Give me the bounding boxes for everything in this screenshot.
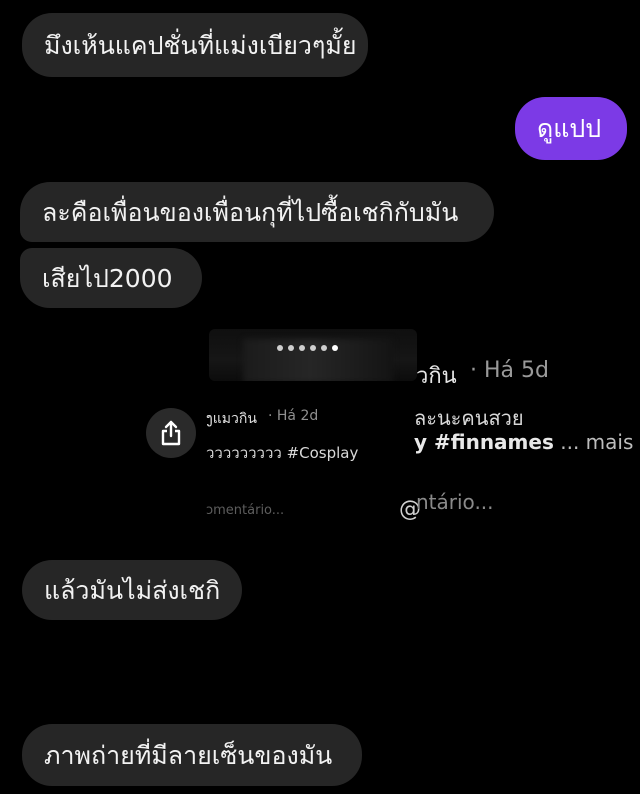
post-timestamp: · Há 5d [470, 358, 549, 383]
carousel-dot-active [332, 345, 338, 351]
message-bubble-received[interactable]: เสียไป2000 [20, 248, 202, 308]
carousel-dot [299, 345, 305, 351]
carousel-dots [277, 345, 338, 351]
message-text: แล้วมันไม่ส่งเชกิ [44, 575, 221, 605]
share-icon [161, 420, 181, 446]
message-text: ดูแปป [537, 114, 602, 143]
message-bubble-received[interactable]: มึงเห้นแคปชั่นที่แม่งเบียวๆมั้ย [22, 13, 368, 77]
message-bubble-received[interactable]: ละคือเพื่อนของเพื่อนกุที่ไปซื้อเชกิกับมั… [20, 182, 494, 242]
message-text: ละคือเพื่อนของเพื่อนกุที่ไปซื้อเชกิกับมั… [42, 197, 459, 227]
post-caption-text: y #finnames [414, 430, 554, 454]
comment-input-placeholder[interactable]: ntário... [416, 490, 494, 514]
post-author[interactable]: วกิน [416, 358, 457, 393]
carousel-dot [277, 345, 283, 351]
message-bubble-received[interactable]: แล้วมันไม่ส่งเชกิ [22, 560, 242, 620]
comment-placeholder-small[interactable]: ɔmentário... [206, 503, 284, 518]
carousel-dot [288, 345, 294, 351]
post-author-small[interactable]: ງแมวกิน [206, 408, 257, 430]
carousel-dot [310, 345, 316, 351]
message-bubble-received[interactable]: ภาพถ่ายที่มีลายเซ็นของมัน [22, 724, 362, 786]
more-link[interactable]: ... mais [560, 430, 633, 454]
share-button[interactable] [146, 408, 196, 458]
message-text: มึงเห้นแคปชั่นที่แม่งเบียวๆมั้ย [44, 30, 357, 60]
post-caption-small: ววววววววว #Cosplay [206, 444, 359, 462]
message-text: เสียไป2000 [42, 263, 173, 293]
post-caption: y #finnames ... mais [414, 430, 633, 454]
post-timestamp-small: · Há 2d [268, 408, 319, 424]
shared-post-media[interactable] [209, 329, 417, 381]
message-text: ภาพถ่ายที่มีลายเซ็นของมัน [44, 740, 333, 770]
message-bubble-sent[interactable]: ดูแปป [515, 97, 627, 160]
carousel-dot [321, 345, 327, 351]
